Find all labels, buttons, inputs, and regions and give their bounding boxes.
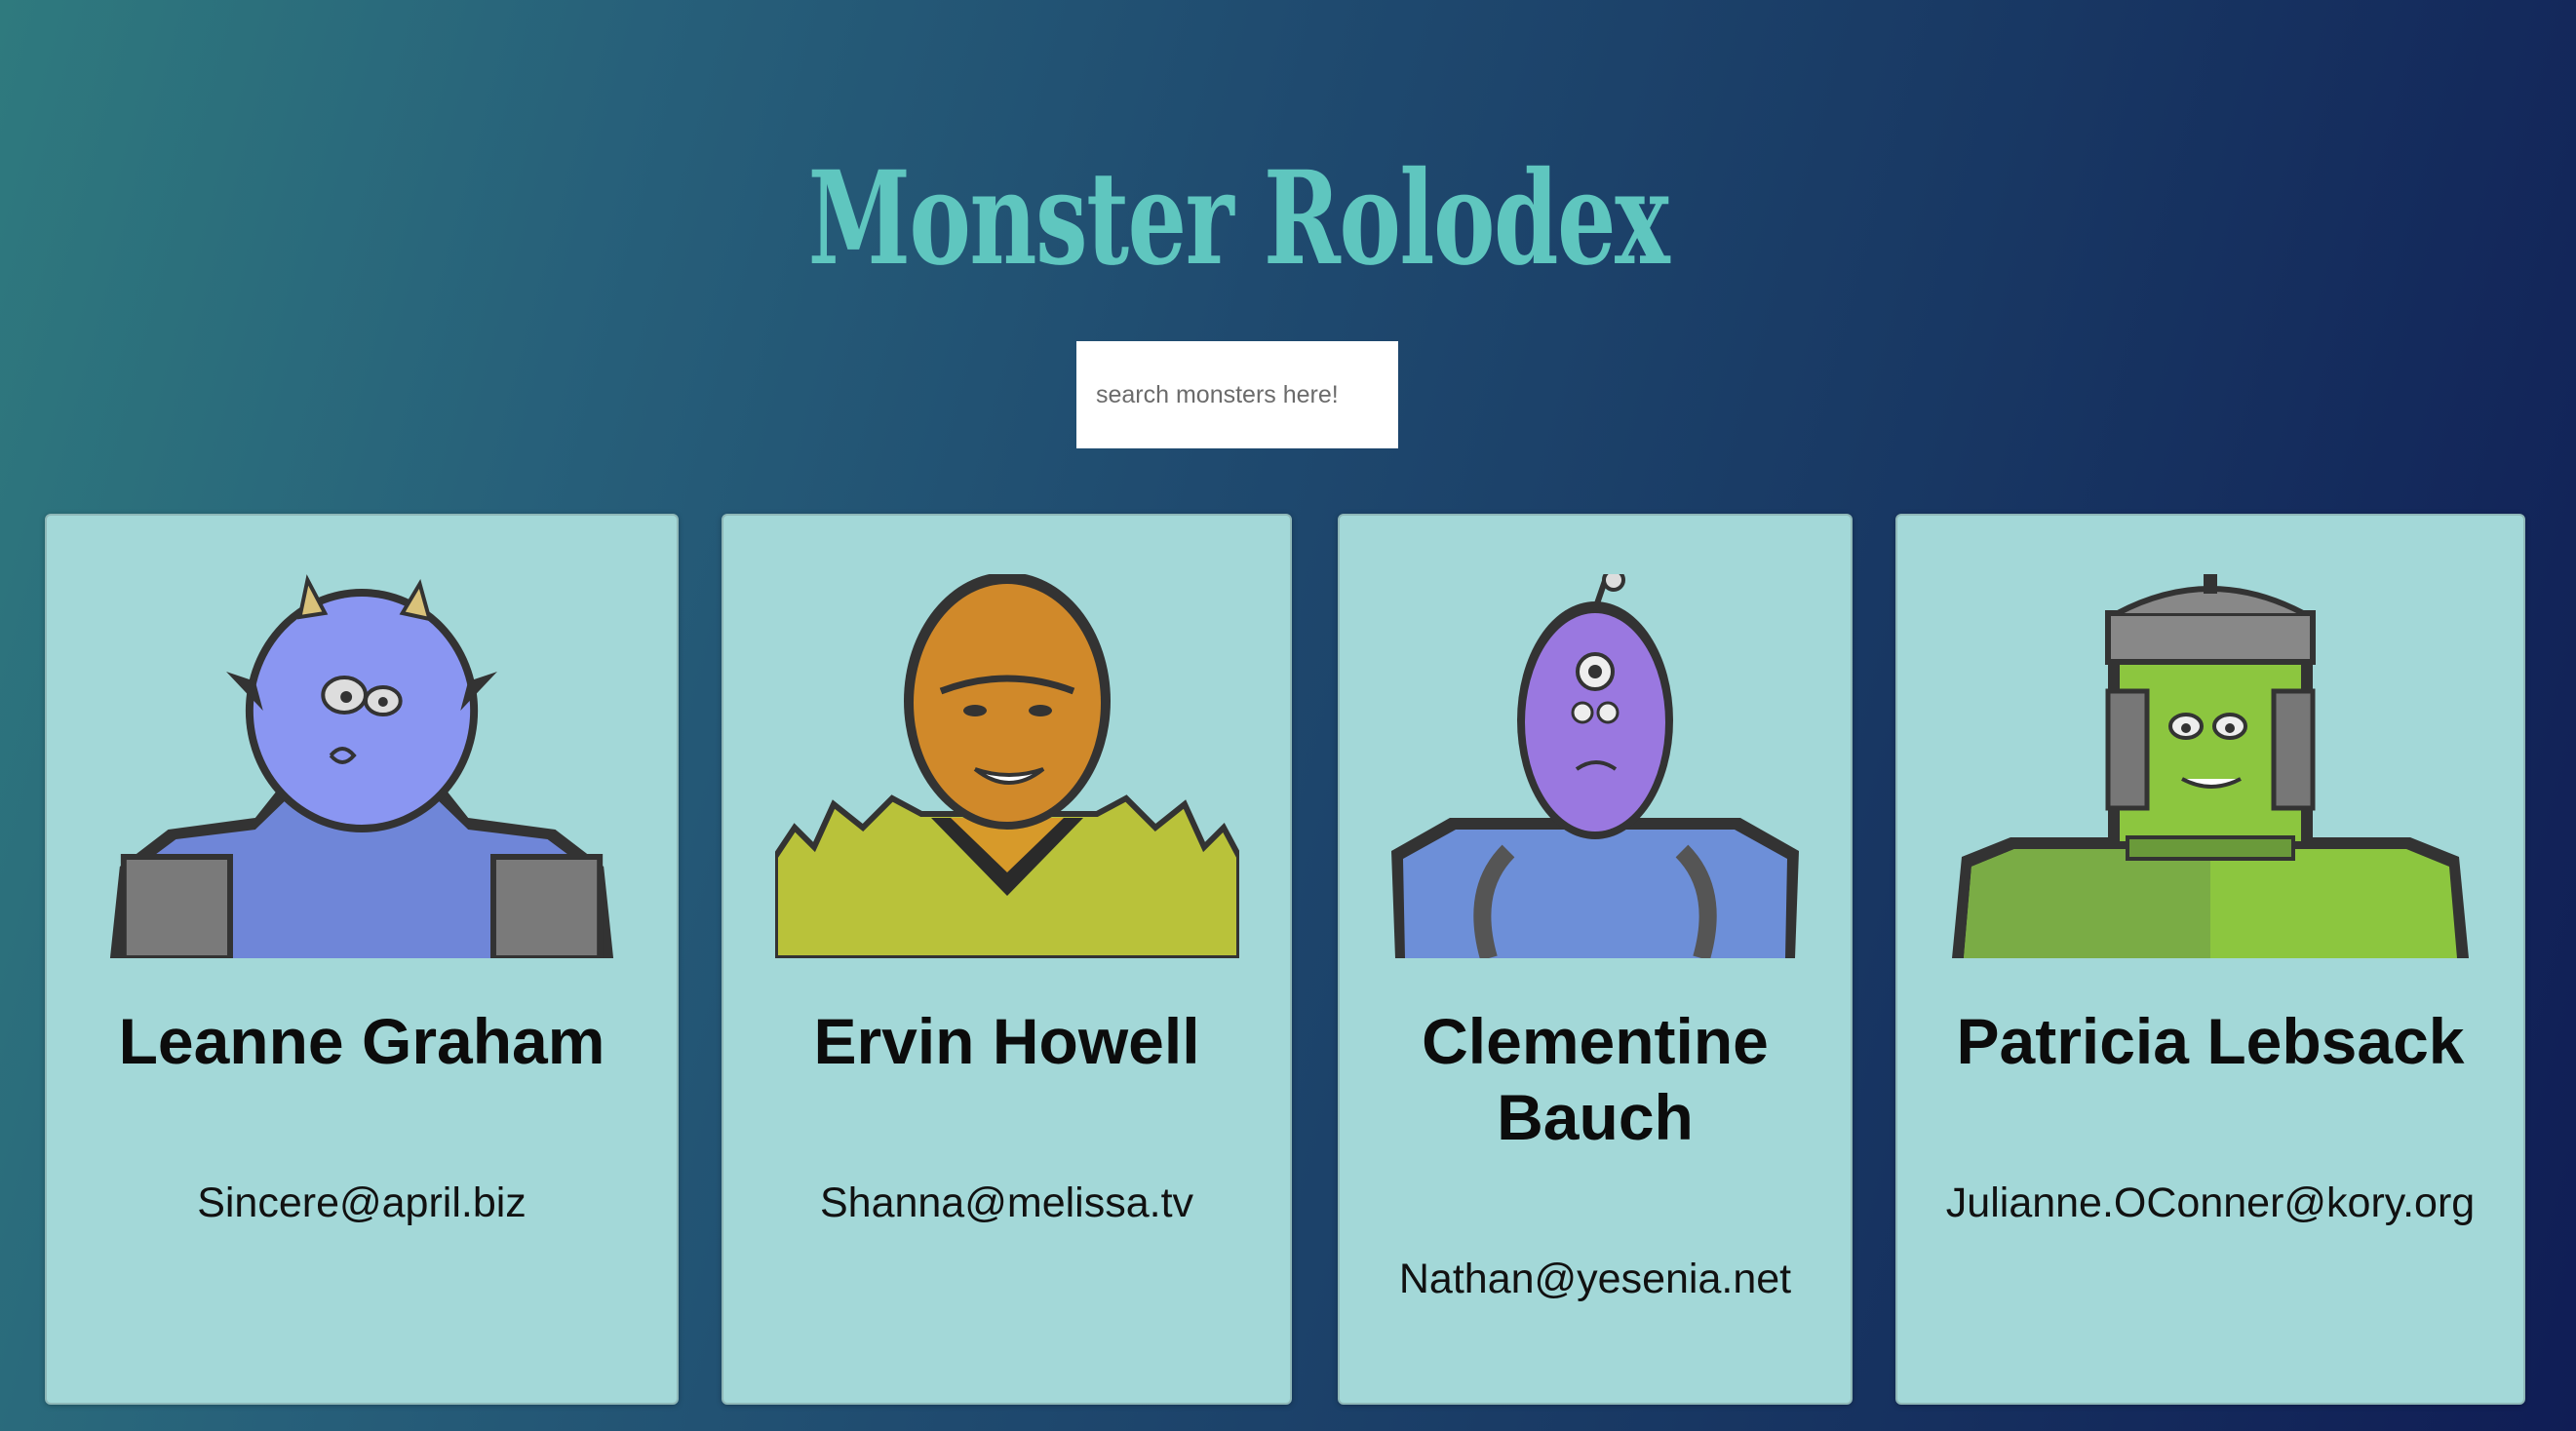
monster-name: Patricia Lebsack	[1956, 1005, 2465, 1077]
green-helmet-monster-icon	[1952, 574, 2469, 958]
monster-card[interactable]: Clementine Bauch Nathan@yesenia.net	[1338, 514, 1853, 1405]
page-title: Monster Rolodex	[807, 143, 1670, 295]
monster-email: Julianne.OConner@kory.org	[1945, 1180, 2476, 1226]
monster-email: Shanna@melissa.tv	[819, 1180, 1194, 1226]
monster-name: Leanne Graham	[118, 1005, 605, 1077]
monster-email: Sincere@april.biz	[197, 1180, 527, 1226]
monster-name: Clementine Bauch	[1422, 1005, 1769, 1153]
orange-spiky-monster-icon	[774, 574, 1239, 958]
monster-card[interactable]: Ervin Howell Shanna@melissa.tv	[722, 514, 1292, 1405]
monster-card[interactable]: Patricia Lebsack Julianne.OConner@kory.o…	[1895, 514, 2525, 1405]
monster-name: Ervin Howell	[813, 1005, 1200, 1077]
search-input[interactable]	[1076, 341, 1398, 448]
blue-horned-monster-icon	[100, 574, 623, 958]
purple-cyclops-robot-monster-icon	[1391, 574, 1799, 958]
monster-email: Nathan@yesenia.net	[1398, 1256, 1792, 1302]
monster-card[interactable]: Leanne Graham Sincere@april.biz	[45, 514, 679, 1405]
